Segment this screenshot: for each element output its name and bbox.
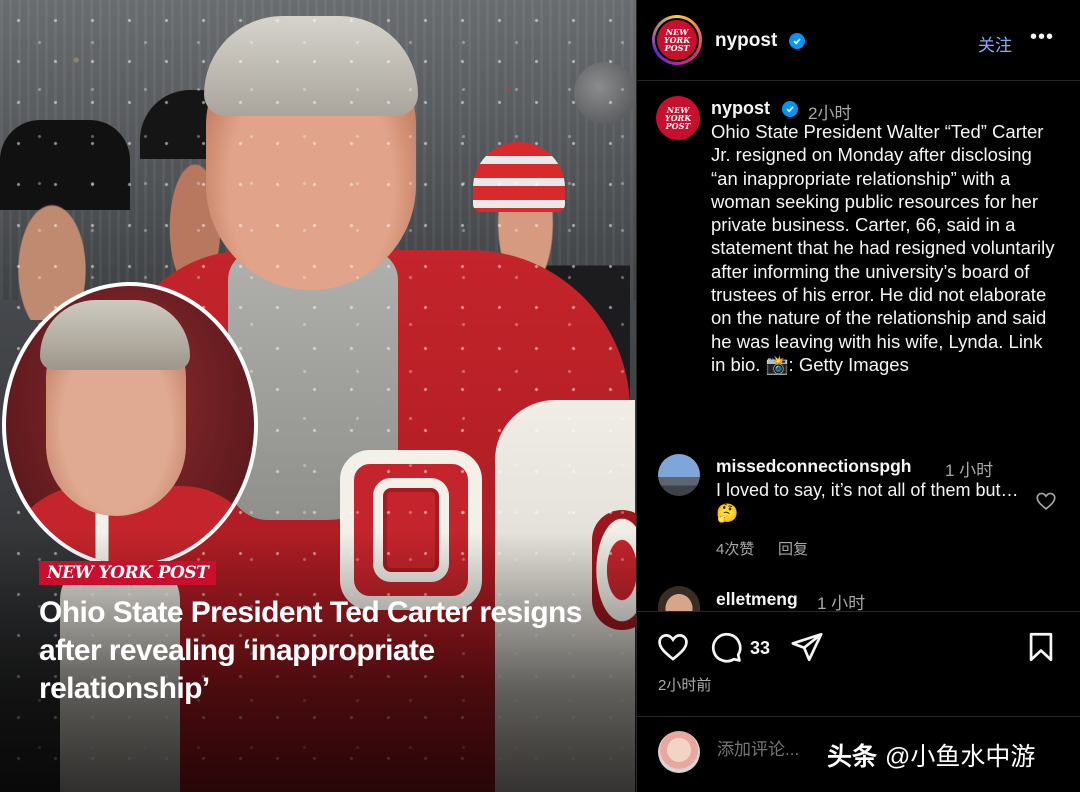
comment-text: I loved to say, it’s not all of them but… — [716, 480, 1019, 523]
post-header: NEW YORK POST nypost 关注 ••• — [637, 0, 1080, 81]
caption-username[interactable]: nypost — [711, 98, 770, 119]
more-options-icon[interactable]: ••• — [1030, 26, 1054, 49]
comment-avatar-missedconnectionspgh[interactable] — [658, 454, 700, 496]
inset-portrait — [2, 282, 258, 568]
comment-icon[interactable] — [709, 630, 743, 664]
comment-username[interactable]: missedconnectionspgh — [716, 456, 911, 477]
header-username[interactable]: nypost — [715, 30, 777, 52]
add-comment-input[interactable] — [717, 740, 827, 760]
comment-username[interactable]: elletmeng — [716, 589, 798, 610]
caption-avatar[interactable]: NEW YORK POST — [656, 96, 700, 140]
post-sidebar: NEW YORK POST nypost 关注 ••• NEW YORK POS… — [636, 0, 1080, 792]
post-timestamp: 2小时前 — [658, 677, 712, 694]
caption-verified-icon — [782, 101, 798, 117]
image-headline: Ohio State President Ted Carter resigns … — [39, 596, 582, 705]
post-image[interactable]: NEW YORK POST Ohio State President Ted C… — [0, 0, 636, 792]
comment-time: 1 小时 — [945, 461, 994, 480]
comment-composer: 头条@小鱼水中游 — [637, 716, 1080, 792]
current-user-avatar — [658, 731, 700, 773]
comment-avatar-elletmeng[interactable] — [658, 586, 700, 611]
post-actions-bar: 33 2小时前 头条@小鱼水中游 — [637, 611, 1080, 792]
nypost-logo-small: NEW YORK POST — [664, 105, 692, 131]
comment-like-count[interactable]: 4次赞 — [716, 538, 754, 559]
bookmark-icon[interactable] — [1024, 630, 1058, 664]
toutiao-watermark: 头条 @小鱼水中游 — [827, 743, 1036, 771]
follow-button[interactable]: 关注 — [978, 31, 1012, 56]
verified-badge-icon — [789, 33, 805, 49]
nypost-brand-tag: NEW YORK POST — [39, 561, 217, 585]
heart-icon[interactable] — [656, 630, 690, 664]
comment-count: 33 — [750, 638, 771, 658]
comment-like-heart-icon[interactable] — [1035, 490, 1057, 512]
nypost-logo: NEW YORK POST — [657, 20, 697, 60]
caption-text: Ohio State President Walter “Ted” Carter… — [711, 121, 1055, 375]
nypost-avatar[interactable]: NEW YORK POST — [652, 15, 702, 65]
comment-reply-button[interactable]: 回复 — [778, 538, 808, 559]
share-icon[interactable] — [790, 630, 824, 664]
